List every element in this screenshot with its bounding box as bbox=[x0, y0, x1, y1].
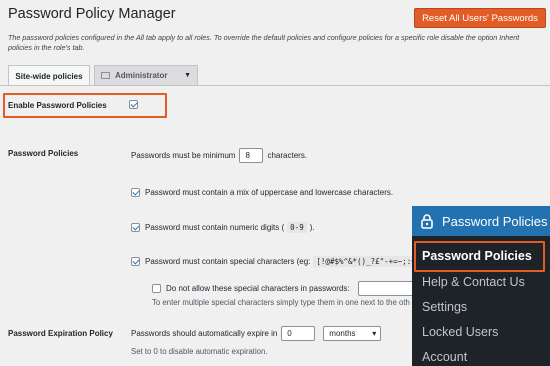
disallow-checkbox[interactable] bbox=[152, 284, 161, 293]
policy-tabs: Site-wide policies Administrator ▼ bbox=[8, 65, 198, 86]
disallow-row: Do not allow these special characters in… bbox=[152, 281, 422, 296]
disallow-hint: To enter multiple special characters sim… bbox=[152, 298, 410, 307]
min-length-prefix: Passwords must be minimum bbox=[131, 151, 236, 160]
mix-case-label: Password must contain a mix of uppercase… bbox=[145, 188, 394, 197]
special-checkbox[interactable] bbox=[131, 257, 140, 266]
chevron-down-icon: ▼ bbox=[184, 72, 191, 79]
menu-item-settings[interactable]: Settings bbox=[422, 300, 467, 314]
tab-divider bbox=[0, 85, 550, 86]
mix-case-checkbox[interactable] bbox=[131, 188, 140, 197]
menu-item-highlight bbox=[414, 241, 545, 272]
password-policies-label: Password Policies bbox=[8, 149, 79, 158]
special-label: Password must contain special characters… bbox=[145, 257, 311, 266]
admin-menu-title: Password Policies bbox=[442, 213, 548, 229]
special-code: [!@#$%^&*()_?£"-+=~;:€ bbox=[313, 256, 419, 267]
menu-item-help-contact[interactable]: Help & Contact Us bbox=[422, 275, 525, 289]
admin-menu-header[interactable]: Password Policies bbox=[412, 206, 550, 236]
min-length-input[interactable]: 8 bbox=[239, 148, 264, 163]
expiration-prefix: Passwords should automatically expire in bbox=[131, 329, 278, 338]
digits-checkbox[interactable] bbox=[131, 223, 140, 232]
intro-text: The password policies configured in the … bbox=[8, 33, 520, 52]
disallow-input[interactable] bbox=[357, 281, 418, 296]
expiration-input[interactable]: 0 bbox=[281, 326, 316, 341]
role-select-label: Administrator bbox=[115, 71, 168, 80]
tab-site-wide-policies[interactable]: Site-wide policies bbox=[8, 65, 90, 86]
min-length-suffix: characters. bbox=[267, 151, 308, 160]
digits-code: 0-9 bbox=[287, 222, 307, 233]
role-select-tab[interactable]: Administrator ▼ bbox=[94, 65, 198, 85]
digits-label: Password must contain numeric digits ( bbox=[145, 223, 285, 232]
min-length-row: Passwords must be minimum 8 characters. bbox=[131, 148, 307, 163]
disallow-label: Do not allow these special characters in… bbox=[166, 284, 350, 293]
expiration-label: Password Expiration Policy bbox=[8, 329, 113, 338]
expiration-unit-select[interactable]: months bbox=[323, 326, 382, 341]
lock-icon bbox=[421, 214, 433, 229]
page-title: Password Policy Manager bbox=[8, 6, 176, 22]
menu-item-locked-users[interactable]: Locked Users bbox=[422, 325, 498, 339]
digits-row: Password must contain numeric digits ( 0… bbox=[131, 222, 315, 233]
menu-item-account[interactable]: Account bbox=[422, 350, 467, 364]
expiration-hint: Set to 0 to disable automatic expiration… bbox=[131, 347, 268, 356]
reset-passwords-button[interactable]: Reset All Users' Passwords bbox=[414, 8, 546, 28]
enable-policies-highlight bbox=[3, 93, 167, 118]
mix-case-row: Password must contain a mix of uppercase… bbox=[131, 188, 393, 197]
admin-menu: Password Policies Password Policies Help… bbox=[412, 206, 550, 366]
special-row: Password must contain special characters… bbox=[131, 256, 422, 267]
expiration-row: Passwords should automatically expire in… bbox=[131, 326, 382, 341]
role-icon bbox=[101, 72, 110, 79]
digits-close: ). bbox=[309, 223, 315, 232]
